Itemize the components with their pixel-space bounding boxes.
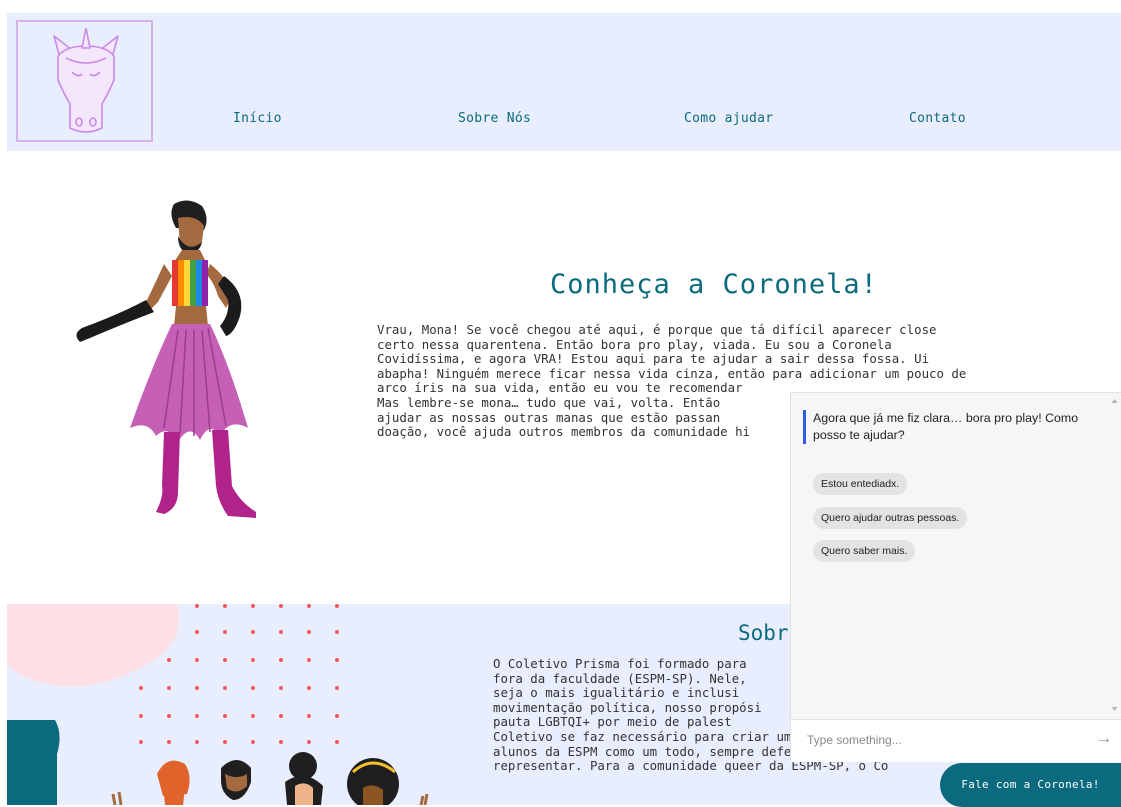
- chat-window: Agora que já me fiz clara… bora pro play…: [790, 392, 1121, 762]
- people-illustration: [7, 604, 429, 805]
- chat-input[interactable]: [805, 732, 1079, 748]
- nav-inicio[interactable]: Início: [233, 111, 282, 126]
- hero-line: certo nessa quarentena. Então bora pro p…: [377, 336, 892, 352]
- hero-line: abapha! Ninguém merece ficar nessa vida …: [377, 365, 967, 381]
- chat-input-row: →: [791, 719, 1121, 762]
- site-header: Início Sobre Nós Como ajudar Contato: [7, 13, 1121, 151]
- chat-option-ajudar[interactable]: Quero ajudar outras pessoas.: [813, 507, 968, 529]
- chat-option-entediado[interactable]: Estou entediadx.: [813, 473, 908, 495]
- send-arrow-icon[interactable]: →: [1096, 730, 1112, 748]
- chat-launcher-button[interactable]: Fale com a Coronela!: [940, 763, 1121, 807]
- nav-sobre-nos[interactable]: Sobre Nós: [458, 111, 531, 126]
- about-title: Sobr: [738, 621, 789, 645]
- chat-option-saber-mais[interactable]: Quero saber mais.: [813, 540, 916, 562]
- nav-contato[interactable]: Contato: [909, 111, 966, 126]
- unicorn-logo[interactable]: [16, 20, 153, 142]
- hero-line: Covidíssima, e agora VRA! Estou aqui par…: [377, 351, 930, 367]
- hero-line: Vrau, Mona! Se você chegou até aqui, é p…: [377, 322, 937, 337]
- coronela-illustration: [76, 200, 256, 518]
- unicorn-icon: [53, 28, 119, 133]
- chat-scrollbar[interactable]: [1108, 393, 1121, 719]
- nav-como-ajudar[interactable]: Como ajudar: [684, 111, 773, 126]
- chat-bot-message: Agora que já me fiz clara… bora pro play…: [803, 410, 1093, 444]
- hero-title: Conheça a Coronela!: [550, 269, 878, 300]
